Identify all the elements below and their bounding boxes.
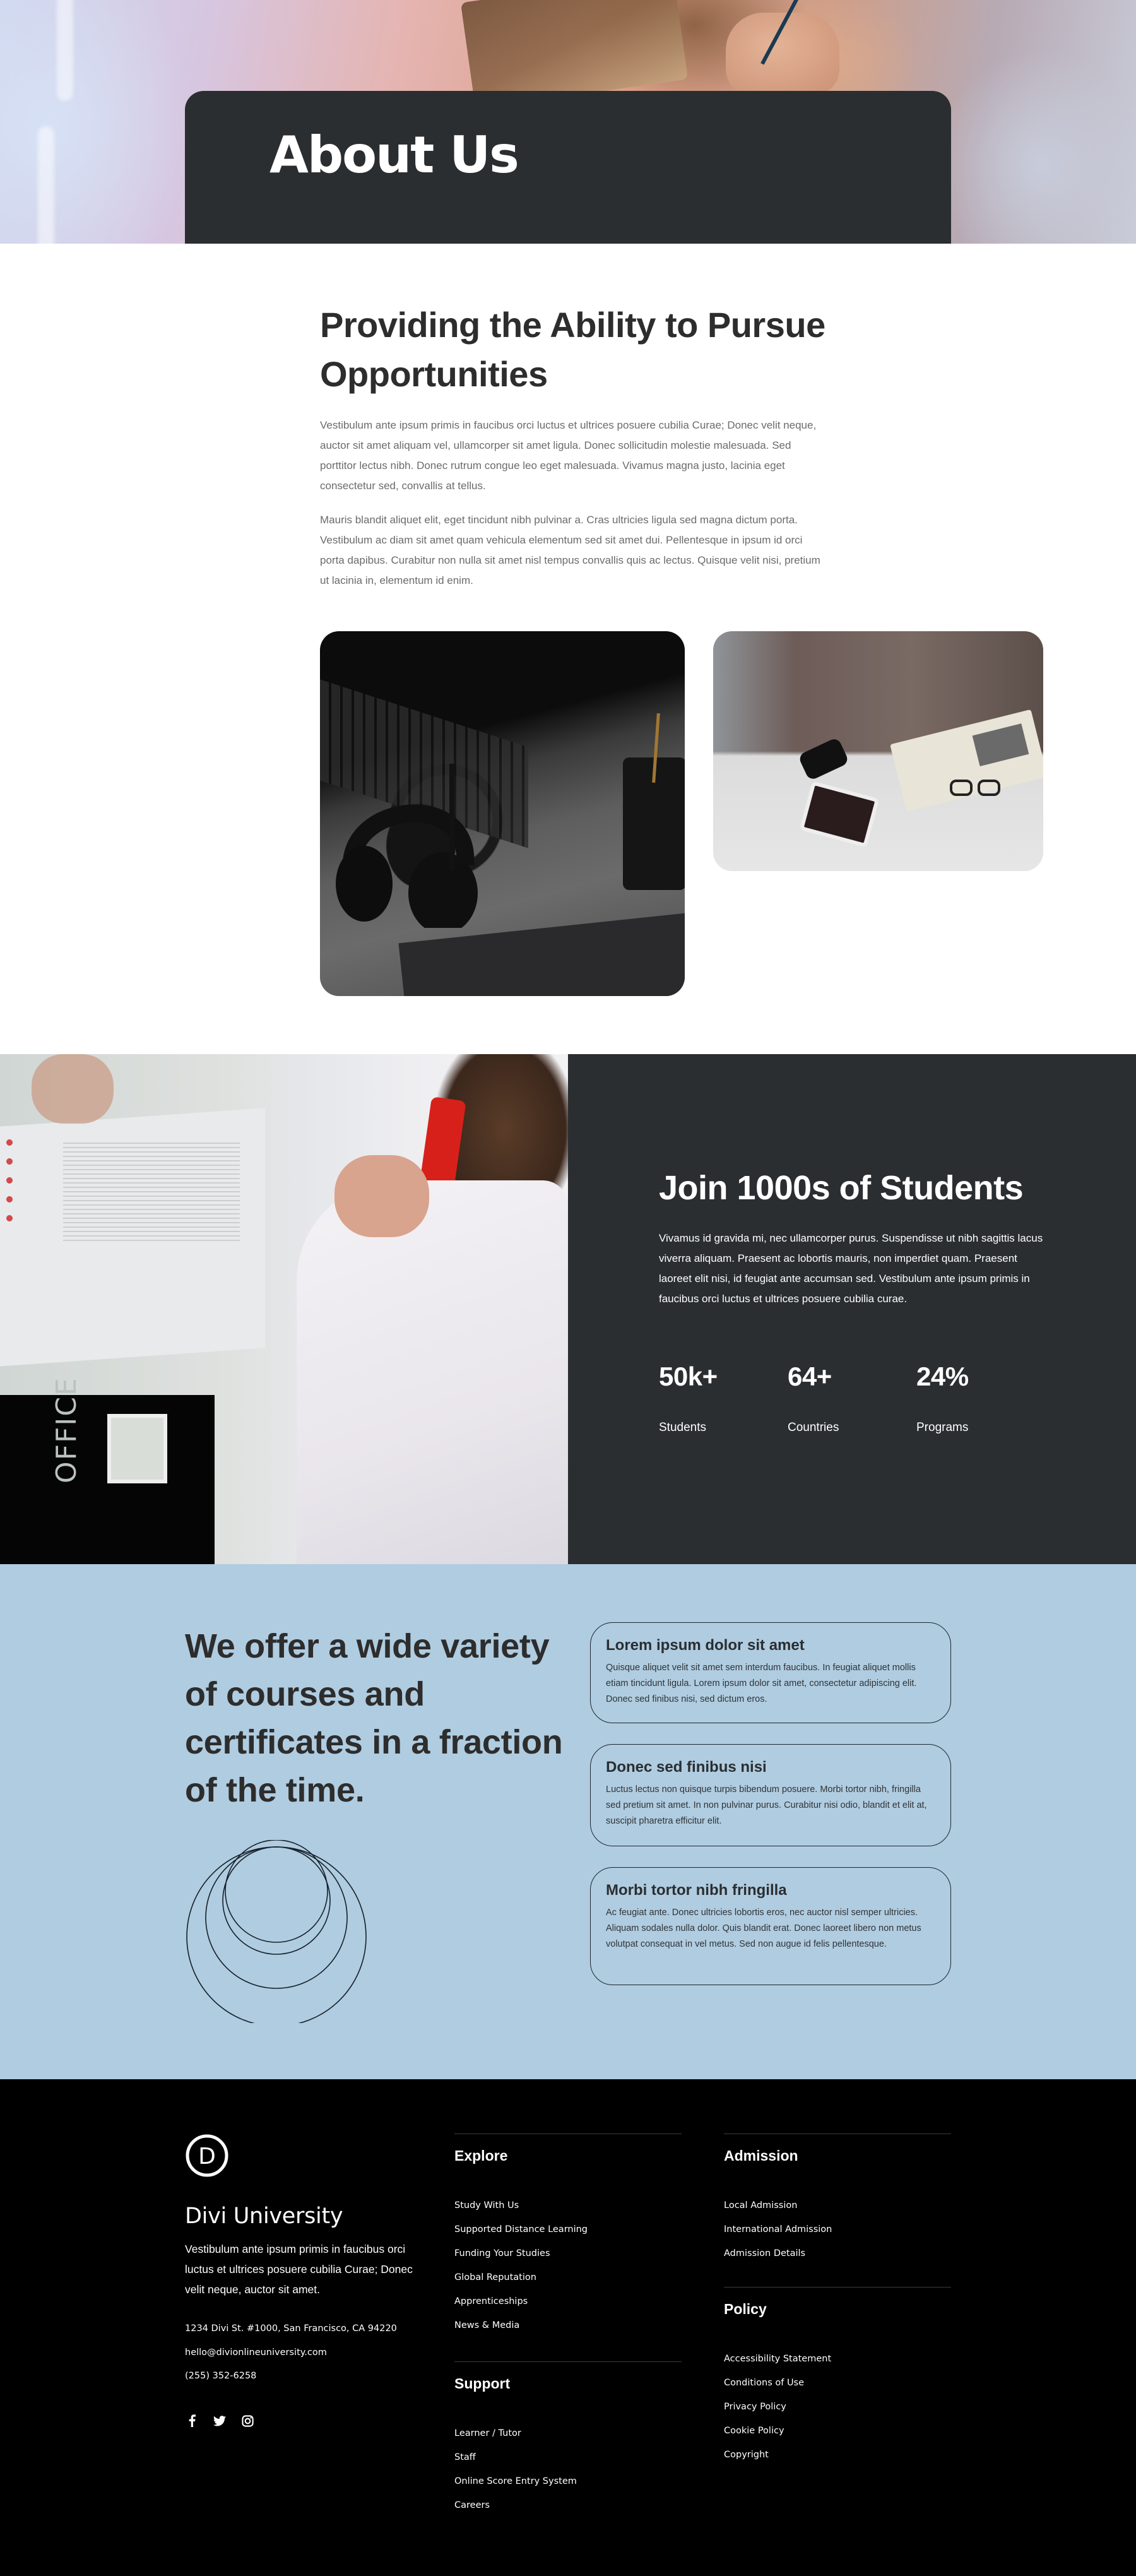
tablet-shape	[799, 781, 880, 848]
course-card-body: Ac feugiat ante. Donec ultricies loborti…	[606, 1908, 921, 1950]
stat-label: Countries	[788, 1421, 839, 1434]
intro-heading: Providing the Ability to Pursue Opportun…	[320, 305, 825, 394]
footer-column-policy: Policy Accessibility Statement Condition…	[724, 2287, 951, 2467]
footer-description: Vestibulum ante ipsum primis in faucibus…	[185, 2243, 413, 2296]
footer-brand-name: Divi University	[185, 2204, 343, 2229]
footer-link[interactable]: International Admission	[724, 2217, 951, 2241]
folder-office-text: OFFICE	[50, 1377, 83, 1483]
footer-link[interactable]: Accessibility Statement	[724, 2347, 951, 2371]
stat-students: 50k+ Students	[659, 1362, 718, 1434]
hero-light-streak	[57, 0, 73, 101]
stat-value: 50k+	[659, 1362, 718, 1391]
divider	[454, 2361, 682, 2362]
footer-column-admission: Admission Local Admission International …	[724, 2134, 951, 2265]
divider	[724, 2287, 951, 2288]
site-footer: D Divi University Vestibulum ante ipsum …	[0, 2079, 1136, 2576]
footer-link-list: Local Admission International Admission …	[724, 2193, 951, 2265]
concentric-circles-graphic	[186, 1840, 367, 2023]
hero-title-box: About Us	[185, 91, 951, 244]
stat-programs: 24% Programs	[916, 1362, 969, 1434]
glasses-case-shape	[797, 737, 850, 781]
course-card-title: Morbi tortor nibh fringilla	[606, 1882, 787, 1899]
course-card[interactable]: Lorem ipsum dolor sit amet Quisque aliqu…	[590, 1622, 951, 1723]
student-writing-photo: OFFICE	[0, 1054, 568, 1564]
course-card[interactable]: Donec sed finibus nisi Luctus lectus non…	[590, 1744, 951, 1846]
footer-link[interactable]: Copyright	[724, 2443, 951, 2467]
footer-link[interactable]: Careers	[454, 2493, 682, 2517]
hero-light-streak	[38, 126, 54, 244]
desk-tablet-photo	[713, 631, 1043, 871]
folder-label-shape	[107, 1414, 167, 1483]
footer-link[interactable]: Global Reputation	[454, 2265, 682, 2289]
workbook-red-dots	[0, 1136, 25, 1225]
intro-section: Providing the Ability to Pursue Opportun…	[0, 244, 1136, 1054]
instagram-icon[interactable]	[240, 2414, 254, 2428]
stat-value: 64+	[788, 1362, 832, 1391]
stat-countries: 64+ Countries	[788, 1362, 839, 1434]
headphones-shape	[336, 764, 478, 928]
footer-column-support: Support Learner / Tutor Staff Online Sco…	[454, 2361, 682, 2517]
white-sleeve-shape	[297, 1180, 568, 1564]
footer-link[interactable]: Learner / Tutor	[454, 2421, 682, 2445]
courses-heading: We offer a wide variety of courses and c…	[185, 1627, 563, 1809]
footer-link-list: Learner / Tutor Staff Online Score Entry…	[454, 2421, 682, 2517]
footer-link[interactable]: Study With Us	[454, 2193, 682, 2217]
footer-address: 1234 Divi St. #1000, San Francisco, CA 9…	[185, 2324, 397, 2334]
footer-link[interactable]: Supported Distance Learning	[454, 2217, 682, 2241]
footer-link[interactable]: Apprenticeships	[454, 2289, 682, 2313]
footer-phone[interactable]: (255) 352-6258	[185, 2371, 256, 2381]
intro-paragraph: Vestibulum ante ipsum primis in faucibus…	[320, 419, 817, 492]
footer-link[interactable]: Staff	[454, 2445, 682, 2469]
course-card-body: Luctus lectus non quisque turpis bibendu…	[606, 1784, 927, 1827]
circle-ring	[186, 1846, 367, 2023]
courses-section: We offer a wide variety of courses and c…	[0, 1564, 1136, 2079]
footer-link-list: Accessibility Statement Conditions of Us…	[724, 2347, 951, 2467]
footer-column-title: Admission	[724, 2147, 798, 2164]
footer-link[interactable]: Admission Details	[724, 2241, 951, 2265]
footer-link[interactable]: Cookie Policy	[724, 2419, 951, 2443]
twitter-icon[interactable]	[213, 2414, 227, 2428]
course-card-title: Donec sed finibus nisi	[606, 1759, 767, 1776]
footer-column-explore: Explore Study With Us Supported Distance…	[454, 2134, 682, 2337]
student-hand-shape	[334, 1155, 429, 1237]
course-card-body: Quisque aliquet velit sit amet sem inter…	[606, 1663, 917, 1705]
circle-ring	[225, 1840, 328, 1943]
footer-link-list: Study With Us Supported Distance Learnin…	[454, 2193, 682, 2337]
footer-column-title: Policy	[724, 2301, 767, 2317]
stat-label: Students	[659, 1421, 706, 1434]
course-card[interactable]: Morbi tortor nibh fringilla Ac feugiat a…	[590, 1867, 951, 1985]
logo-letter: D	[198, 2144, 216, 2169]
teacher-hand-shape	[32, 1054, 114, 1124]
footer-link[interactable]: Conditions of Use	[724, 2371, 951, 2395]
students-heading: Join 1000s of Students	[659, 1169, 1024, 1207]
stat-label: Programs	[916, 1421, 969, 1434]
workbook-lines	[63, 1143, 240, 1243]
footer-link[interactable]: News & Media	[454, 2313, 682, 2337]
footer-column-title: Support	[454, 2375, 511, 2392]
students-paragraph: Vivamus id gravida mi, nec ullamcorper p…	[659, 1232, 1043, 1305]
intro-paragraph: Mauris blandit aliquet elit, eget tincid…	[320, 514, 820, 586]
desk-headphones-photo	[320, 631, 685, 996]
footer-email-link[interactable]: hello@divionlineuniversity.com	[185, 2348, 327, 2358]
divi-logo-icon[interactable]: D	[185, 2134, 229, 2178]
footer-link[interactable]: Privacy Policy	[724, 2395, 951, 2419]
stat-value: 24%	[916, 1362, 969, 1391]
facebook-icon[interactable]	[185, 2414, 199, 2428]
social-links	[185, 2414, 254, 2428]
footer-link[interactable]: Local Admission	[724, 2193, 951, 2217]
footer-column-title: Explore	[454, 2147, 508, 2164]
hero-section: About Us	[0, 0, 1136, 244]
course-card-title: Lorem ipsum dolor sit amet	[606, 1637, 805, 1654]
glasses-shape	[950, 780, 1007, 798]
circle-ring	[205, 1846, 348, 1989]
footer-link[interactable]: Funding Your Studies	[454, 2241, 682, 2265]
students-section: OFFICE Join 1000s of Students Vivamus id…	[0, 1054, 1136, 1564]
circle-ring	[222, 1846, 331, 1955]
page-title: About Us	[269, 126, 519, 184]
footer-link[interactable]: Online Score Entry System	[454, 2469, 682, 2493]
